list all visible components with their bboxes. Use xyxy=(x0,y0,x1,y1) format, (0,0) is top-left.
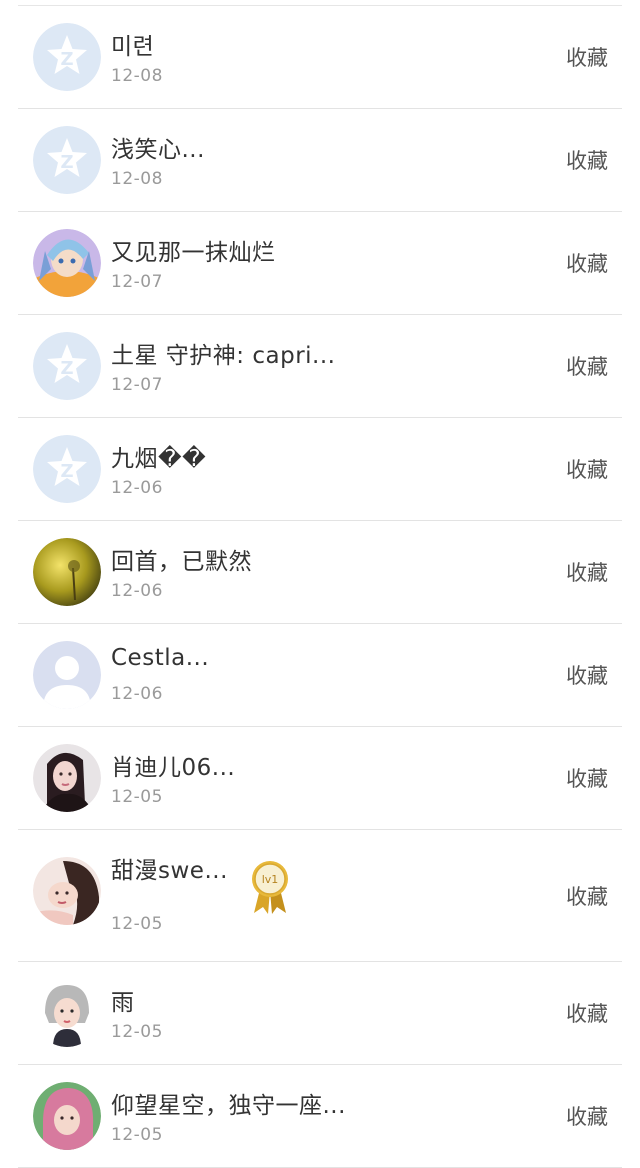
favorite-button[interactable]: 收藏 xyxy=(566,881,608,911)
avatar[interactable] xyxy=(33,1082,101,1150)
avatar[interactable]: Z xyxy=(33,126,101,194)
list-item[interactable]: 仰望星空，独守一座... 12-05 收藏 xyxy=(18,1065,622,1168)
svg-text:lv1: lv1 xyxy=(262,873,279,886)
avatar[interactable]: Z xyxy=(33,332,101,400)
date-label: 12-08 xyxy=(111,169,163,189)
avatar[interactable]: Z xyxy=(33,435,101,503)
avatar[interactable] xyxy=(33,538,101,606)
default-person-avatar-icon xyxy=(33,641,101,709)
svg-text:Z: Z xyxy=(60,49,73,70)
favorite-button[interactable]: 收藏 xyxy=(566,660,608,690)
date-label: 12-08 xyxy=(111,66,163,86)
date-label: 12-07 xyxy=(111,375,163,395)
favorite-button[interactable]: 收藏 xyxy=(566,454,608,484)
list-item[interactable]: Z 土星 守护神: capri... 12-07 收藏 xyxy=(18,315,622,418)
date-label: 12-05 xyxy=(111,1125,163,1145)
svg-text:Z: Z xyxy=(60,461,73,482)
date-label: 12-05 xyxy=(111,914,163,934)
user-name: 九烟�� xyxy=(111,446,207,472)
user-name: 미련 xyxy=(111,34,155,60)
date-label: 12-06 xyxy=(111,684,163,704)
user-name: 又见那一抹灿烂 xyxy=(111,240,276,266)
date-label: 12-06 xyxy=(111,478,163,498)
default-qzone-avatar-icon: Z xyxy=(33,435,101,503)
golden-landscape-avatar-icon xyxy=(33,538,101,606)
user-name: 肖迪儿06... xyxy=(111,755,236,781)
woman-portrait-avatar-icon xyxy=(33,744,101,812)
favorite-button[interactable]: 收藏 xyxy=(566,145,608,175)
list-item[interactable]: 回首，已默然 12-06 收藏 xyxy=(18,521,622,624)
default-qzone-avatar-icon: Z xyxy=(33,23,101,91)
user-name: 回首，已默然 xyxy=(111,549,252,575)
avatar[interactable] xyxy=(33,641,101,709)
user-name: 仰望星空，独守一座... xyxy=(111,1093,346,1119)
avatar[interactable] xyxy=(33,856,101,925)
avatar[interactable] xyxy=(33,229,101,297)
default-qzone-avatar-icon: Z xyxy=(33,126,101,194)
svg-text:Z: Z xyxy=(60,152,73,173)
favorite-button[interactable]: 收藏 xyxy=(566,557,608,587)
date-label: 12-05 xyxy=(111,787,163,807)
list-item[interactable]: 雨 12-05 收藏 xyxy=(18,962,622,1065)
favorites-list: Z 미련 12-08 收藏 Z 浅笑心... 12-08 收藏 又见那一抹灿烂 … xyxy=(0,6,640,1168)
cartoon-girl-avatar-icon xyxy=(33,979,101,1047)
list-item[interactable]: Z 浅笑心... 12-08 收藏 xyxy=(18,109,622,212)
list-item[interactable]: 肖迪儿06... 12-05 收藏 xyxy=(18,727,622,830)
favorite-button[interactable]: 收藏 xyxy=(566,998,608,1028)
user-name: 浅笑心... xyxy=(111,137,205,163)
user-name: 土星 守护神: capri... xyxy=(111,343,336,369)
list-item[interactable]: Cestla... 12-06 收藏 xyxy=(18,624,622,727)
anime-character-avatar-icon xyxy=(33,229,101,297)
favorite-button[interactable]: 收藏 xyxy=(566,763,608,793)
user-name: 雨 xyxy=(111,990,135,1016)
woman-portrait-avatar-icon xyxy=(33,856,101,925)
avatar[interactable] xyxy=(33,744,101,812)
date-label: 12-05 xyxy=(111,1022,163,1042)
date-label: 12-07 xyxy=(111,272,163,292)
user-name: Cestla... xyxy=(111,645,210,671)
default-qzone-avatar-icon: Z xyxy=(33,332,101,400)
svg-text:Z: Z xyxy=(60,358,73,379)
favorite-button[interactable]: 收藏 xyxy=(566,42,608,72)
user-name: 甜漫swe... xyxy=(111,858,228,884)
favorite-button[interactable]: 收藏 xyxy=(566,248,608,278)
pink-hair-avatar-icon xyxy=(33,1082,101,1150)
avatar[interactable]: Z xyxy=(33,23,101,91)
list-item[interactable]: Z 九烟�� 12-06 收藏 xyxy=(18,418,622,521)
favorite-button[interactable]: 收藏 xyxy=(566,351,608,381)
level-badge-icon: lv1 xyxy=(250,859,290,915)
list-item[interactable]: 又见那一抹灿烂 12-07 收藏 xyxy=(18,212,622,315)
avatar[interactable] xyxy=(33,979,101,1047)
list-item[interactable]: 甜漫swe... lv1 12-05 收藏 xyxy=(18,830,622,962)
favorite-button[interactable]: 收藏 xyxy=(566,1101,608,1131)
date-label: 12-06 xyxy=(111,581,163,601)
list-item[interactable]: Z 미련 12-08 收藏 xyxy=(18,6,622,109)
